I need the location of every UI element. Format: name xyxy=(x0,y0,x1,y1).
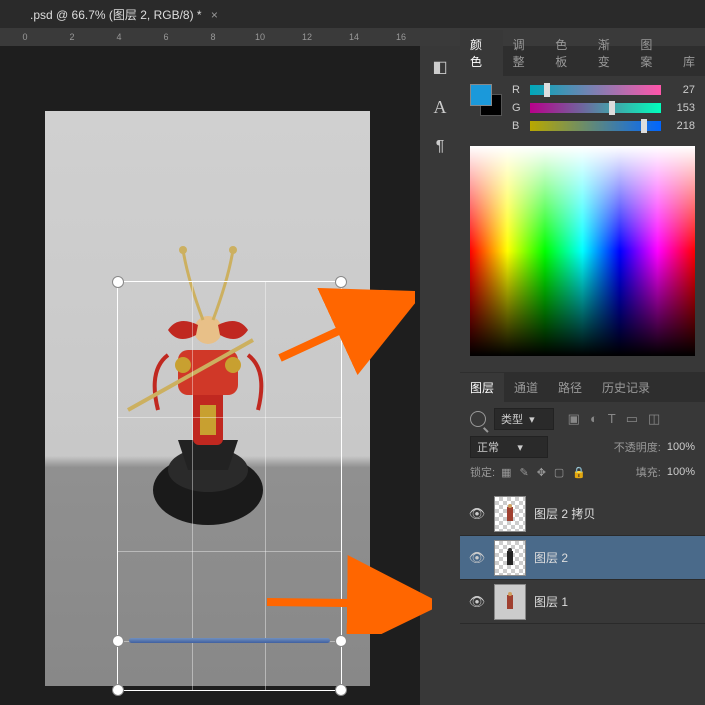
handle-bottom-left[interactable] xyxy=(112,684,124,696)
tab-title: .psd @ 66.7% (图层 2, RGB/8) * xyxy=(30,8,202,22)
opacity-label: 不透明度: xyxy=(614,439,661,455)
lock-brush-icon[interactable]: ✎ xyxy=(519,466,528,479)
document-tab[interactable]: .psd @ 66.7% (图层 2, RGB/8) * × xyxy=(18,2,230,27)
lock-artboard-icon[interactable]: ▢ xyxy=(554,466,564,479)
lock-label: 锁定: xyxy=(470,464,495,480)
close-icon[interactable]: × xyxy=(211,8,218,22)
b-value[interactable]: 218 xyxy=(667,120,695,132)
layer-item[interactable]: 👁 图层 2 xyxy=(460,536,705,580)
r-value[interactable]: 27 xyxy=(667,84,695,96)
lock-all-icon[interactable]: 🔒 xyxy=(572,466,586,479)
g-label: G xyxy=(512,102,524,114)
filter-shape-icon[interactable]: ▭ xyxy=(626,411,638,427)
handle-top-left[interactable] xyxy=(112,276,124,288)
g-value[interactable]: 153 xyxy=(667,102,695,114)
layers-panel-tabs: 图层 通道 路径 历史记录 xyxy=(460,372,705,402)
opacity-value[interactable]: 100% xyxy=(667,441,695,453)
layer-name: 图层 2 拷贝 xyxy=(534,505,595,522)
visibility-icon[interactable]: 👁 xyxy=(468,549,486,567)
layer-thumbnail[interactable] xyxy=(494,540,526,576)
blend-mode-select[interactable]: 正常 ▾ xyxy=(470,436,548,458)
tab-swatches[interactable]: 色板 xyxy=(545,30,588,76)
annotation-arrow-bottom xyxy=(252,544,432,634)
document-tab-bar: .psd @ 66.7% (图层 2, RGB/8) * × xyxy=(0,0,705,28)
b-label: B xyxy=(512,120,524,132)
tab-paths[interactable]: 路径 xyxy=(548,373,592,402)
foreground-color-swatch[interactable] xyxy=(470,84,492,106)
layer-item[interactable]: 👁 图层 2 拷贝 xyxy=(460,492,705,536)
tab-layers[interactable]: 图层 xyxy=(460,373,504,402)
fill-value[interactable]: 100% xyxy=(667,466,695,478)
layer-thumbnail[interactable] xyxy=(494,584,526,620)
fg-bg-swatches[interactable] xyxy=(470,84,502,116)
filter-text-icon[interactable]: T xyxy=(608,411,616,427)
tab-gradients[interactable]: 渐变 xyxy=(588,30,631,76)
color-spectrum[interactable] xyxy=(470,146,695,356)
layer-name: 图层 2 xyxy=(534,549,568,566)
green-slider[interactable] xyxy=(530,103,661,113)
visibility-icon[interactable]: 👁 xyxy=(468,505,486,523)
r-label: R xyxy=(512,84,524,96)
filter-image-icon[interactable]: ▣ xyxy=(568,411,580,427)
tab-libraries[interactable]: 库 xyxy=(673,47,705,76)
handle-top-right[interactable] xyxy=(335,276,347,288)
red-slider[interactable] xyxy=(530,85,661,95)
tab-patterns[interactable]: 图案 xyxy=(630,30,673,76)
color-panel: R 27 G 153 B 218 xyxy=(460,76,705,364)
layer-name: 图层 1 xyxy=(534,593,568,610)
layer-filter-select[interactable]: 类型 ▾ xyxy=(494,408,554,430)
filter-smart-icon[interactable]: ◫ xyxy=(648,411,660,427)
tab-channels[interactable]: 通道 xyxy=(504,373,548,402)
layer-item[interactable]: 👁 图层 1 xyxy=(460,580,705,624)
lock-position-icon[interactable]: ✥ xyxy=(537,466,546,479)
text-a-icon[interactable]: A xyxy=(429,96,451,118)
filter-adjustment-icon[interactable]: ◐ xyxy=(590,411,598,427)
tab-history[interactable]: 历史记录 xyxy=(592,373,660,402)
annotation-arrow-top xyxy=(265,288,415,378)
tab-adjustments[interactable]: 调整 xyxy=(503,30,546,76)
handle-bottom-right[interactable] xyxy=(335,684,347,696)
blue-slider-row: B 218 xyxy=(512,120,695,132)
layers-controls: 类型 ▾ ▣ ◐ T ▭ ◫ 正常 ▾ 不透明度: 100% 锁定: ▦ xyxy=(460,402,705,492)
handle-mid-right[interactable] xyxy=(335,635,347,647)
red-slider-row: R 27 xyxy=(512,84,695,96)
tab-color[interactable]: 颜色 xyxy=(460,30,503,76)
fill-label: 填充: xyxy=(636,464,661,480)
layer-thumbnail[interactable] xyxy=(494,496,526,532)
swatch-icon[interactable]: ◧ xyxy=(429,56,451,78)
handle-mid-left[interactable] xyxy=(112,635,124,647)
lock-pixels-icon[interactable]: ▦ xyxy=(501,466,511,479)
visibility-icon[interactable]: 👁 xyxy=(468,593,486,611)
blue-slider[interactable] xyxy=(530,121,661,131)
color-panel-tabs: 颜色 调整 色板 渐变 图案 库 xyxy=(460,46,705,76)
layer-list: 👁 图层 2 拷贝 👁 图层 2 👁 图层 1 xyxy=(460,492,705,624)
transform-midline xyxy=(129,638,330,643)
canvas-area[interactable] xyxy=(0,46,420,705)
green-slider-row: G 153 xyxy=(512,102,695,114)
paragraph-icon[interactable]: ¶ xyxy=(429,136,451,158)
search-icon[interactable] xyxy=(470,411,486,427)
